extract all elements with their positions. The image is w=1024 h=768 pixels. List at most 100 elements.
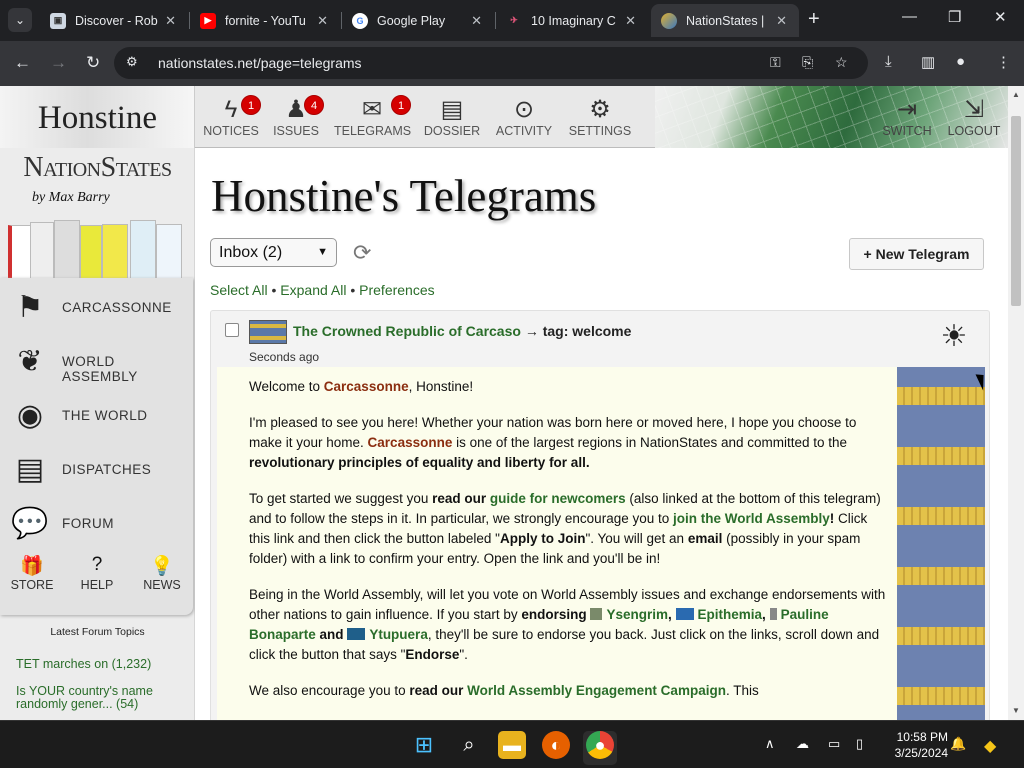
file-explorer-icon[interactable]: ▬ <box>498 731 526 759</box>
sidebar-item-carcassonne[interactable]: ⚑ CARCASSONNE <box>0 280 193 332</box>
chrome-menu-icon[interactable]: ⋮ <box>996 53 1011 71</box>
side-panel-icon[interactable]: ▥ <box>921 53 935 71</box>
close-tab-icon[interactable]: ✕ <box>165 13 176 29</box>
books-image[interactable] <box>0 210 195 280</box>
tab-nationstates[interactable]: NationStates | ✕ <box>651 4 799 37</box>
scroll-up-icon[interactable]: ▲ <box>1012 90 1020 99</box>
telegram-checkbox[interactable] <box>225 323 239 337</box>
nav-activity[interactable]: ⊙ ACTIVITY <box>494 96 554 146</box>
nav-dossier[interactable]: ▤ DOSSIER <box>423 96 481 146</box>
refresh-icon[interactable]: ⟳ <box>353 240 371 266</box>
nav-notices[interactable]: ϟ 1 NOTICES <box>203 95 261 146</box>
gift-icon: 🎁 <box>20 556 44 577</box>
nation-flag <box>675 608 694 620</box>
select-all-link[interactable]: Select All <box>210 282 268 298</box>
download-icon[interactable]: ⤓ <box>885 53 892 70</box>
byline: by Max Barry <box>32 190 110 205</box>
browser-tab-strip: ⌄ ▣ Discover - Rob ✕ ▶ fornite - YouTu ✕… <box>0 0 1024 41</box>
tab-search-button[interactable]: ⌄ <box>8 8 32 32</box>
scrollbar-thumb[interactable] <box>1011 116 1021 306</box>
forum-topic-link[interactable]: TET marches on (1,232) <box>16 658 186 671</box>
sender-link[interactable]: The Crowned Republic of Carcaso <box>293 323 521 339</box>
telegram-paragraph: I'm pleased to see you here! Whether you… <box>249 415 857 470</box>
close-window-icon[interactable]: ✕ <box>994 8 1007 26</box>
display-icon[interactable]: ▭ <box>828 736 840 752</box>
new-tab-icon[interactable]: + <box>808 8 820 31</box>
notification-bell-icon[interactable]: 🔔 <box>950 736 966 752</box>
region-banner <box>897 367 985 720</box>
tab-discover[interactable]: ▣ Discover - Rob ✕ <box>40 4 188 37</box>
sidebar-item-world-assembly[interactable]: ❦ WORLD ASSEMBLY <box>0 334 193 386</box>
flag-icon: ⚑ <box>16 291 44 324</box>
nation-name[interactable]: Honstine <box>0 100 195 137</box>
nav-issues[interactable]: ♟ 4 ISSUES <box>271 95 324 146</box>
taskbar-clock[interactable]: 10:58 PM 3/25/2024 <box>888 729 948 761</box>
windows-start-icon[interactable]: ⊞ <box>410 731 438 759</box>
nav-switch[interactable]: ⇥ SWITCH <box>879 96 935 146</box>
switch-icon: ⇥ <box>896 96 918 123</box>
close-tab-icon[interactable]: ✕ <box>471 13 482 29</box>
search-icon[interactable]: ⌕ <box>455 731 483 759</box>
telegram-paragraph: To get started we suggest you read our g… <box>249 491 881 566</box>
chrome-icon[interactable]: ● <box>586 731 614 759</box>
telegram-body: Welcome to Carcassonne, Honstine! I'm pl… <box>217 367 897 720</box>
profile-icon[interactable]: ● <box>956 53 965 70</box>
page-scrollbar[interactable]: ▲ ▼ <box>1008 86 1024 720</box>
new-telegram-button[interactable]: + New Telegram <box>849 238 984 270</box>
close-tab-icon[interactable]: ✕ <box>776 13 787 29</box>
nation-link[interactable]: Ysengrim <box>606 607 668 622</box>
scroll-down-icon[interactable]: ▼ <box>1012 706 1020 715</box>
telegram-tools: Select All • Expand All • Preferences <box>210 282 435 298</box>
site-header: Honstine ϟ 1 NOTICES ♟ 4 ISSUES ✉ 1 TELE… <box>0 86 1008 148</box>
forum-topic-link[interactable]: Is YOUR country's name randomly gener...… <box>16 685 186 711</box>
minimize-icon[interactable]: — <box>902 8 917 25</box>
nation-link[interactable]: Ytupuera <box>369 627 428 642</box>
sidebar-item-dispatches[interactable]: ▤ DISPATCHES <box>0 442 193 494</box>
news-link[interactable]: 💡 NEWS <box>134 554 190 592</box>
tab-imaginary[interactable]: ✈ 10 Imaginary C ✕ <box>496 4 648 37</box>
google-icon: G <box>352 12 368 29</box>
sidebar-item-the-world[interactable]: ◉ THE WORLD <box>0 388 193 440</box>
nation-banner[interactable]: Honstine <box>0 86 195 148</box>
restore-icon[interactable]: ❐ <box>948 8 961 26</box>
firefox-icon[interactable]: ◐ <box>542 731 570 759</box>
sender-flag[interactable] <box>249 320 287 344</box>
tab-google-play[interactable]: G Google Play ✕ <box>342 4 494 37</box>
back-icon[interactable]: ← <box>14 53 31 73</box>
nav-settings[interactable]: ⚙ SETTINGS <box>567 96 633 146</box>
bookmark-star-icon[interactable]: ☆ <box>835 54 848 71</box>
help-link[interactable]: ? HELP <box>69 554 125 592</box>
close-tab-icon[interactable]: ✕ <box>625 13 636 29</box>
nav-logout[interactable]: ⇲ LOGOUT <box>945 96 1003 146</box>
nationstates-logo[interactable]: NationStates <box>0 152 195 184</box>
nation-link[interactable]: Epithemia <box>698 607 763 622</box>
copilot-icon[interactable]: ◆ <box>984 736 996 756</box>
sidebar-item-forum[interactable]: 💬 FORUM <box>0 496 193 548</box>
install-app-icon[interactable]: ⎘ <box>802 54 813 71</box>
region-link[interactable]: Carcassonne <box>324 379 409 394</box>
book <box>80 225 102 280</box>
engagement-link[interactable]: World Assembly Engagement Campaign <box>467 683 726 698</box>
logout-icon: ⇲ <box>963 96 985 123</box>
preferences-link[interactable]: Preferences <box>359 282 434 298</box>
forward-icon[interactable]: → <box>50 53 67 73</box>
nation-flag <box>769 608 777 620</box>
site-info-icon[interactable]: ⚙ <box>126 54 138 70</box>
network-icon[interactable]: ▯ <box>856 736 863 752</box>
telegram-paragraph: Welcome to Carcassonne, Honstine! <box>249 379 474 394</box>
telegram-item: The Crowned Republic of Carcaso → tag: w… <box>210 310 990 720</box>
expand-all-link[interactable]: Expand All <box>280 282 346 298</box>
join-wa-link[interactable]: join the World Assembly <box>673 511 830 526</box>
nav-telegrams[interactable]: ✉ 1 TELEGRAMS <box>334 95 411 146</box>
store-link[interactable]: 🎁 STORE <box>4 554 60 592</box>
tab-youtube[interactable]: ▶ fornite - YouTu ✕ <box>190 4 340 37</box>
password-key-icon[interactable]: ⚿ <box>770 54 781 71</box>
reload-icon[interactable]: ↻ <box>86 53 100 73</box>
onedrive-icon[interactable]: ☁ <box>796 736 809 752</box>
region-link[interactable]: Carcassonne <box>368 435 453 450</box>
close-tab-icon[interactable]: ✕ <box>317 13 328 29</box>
chevron-up-icon[interactable]: ∧ <box>765 736 775 752</box>
guide-link[interactable]: guide for newcomers <box>490 491 626 506</box>
address-bar[interactable]: ⚙ nationstates.net/page=telegrams ⚿ ⎘ ☆ <box>114 47 868 79</box>
folder-select[interactable]: Inbox (2) ▼ <box>210 238 337 267</box>
